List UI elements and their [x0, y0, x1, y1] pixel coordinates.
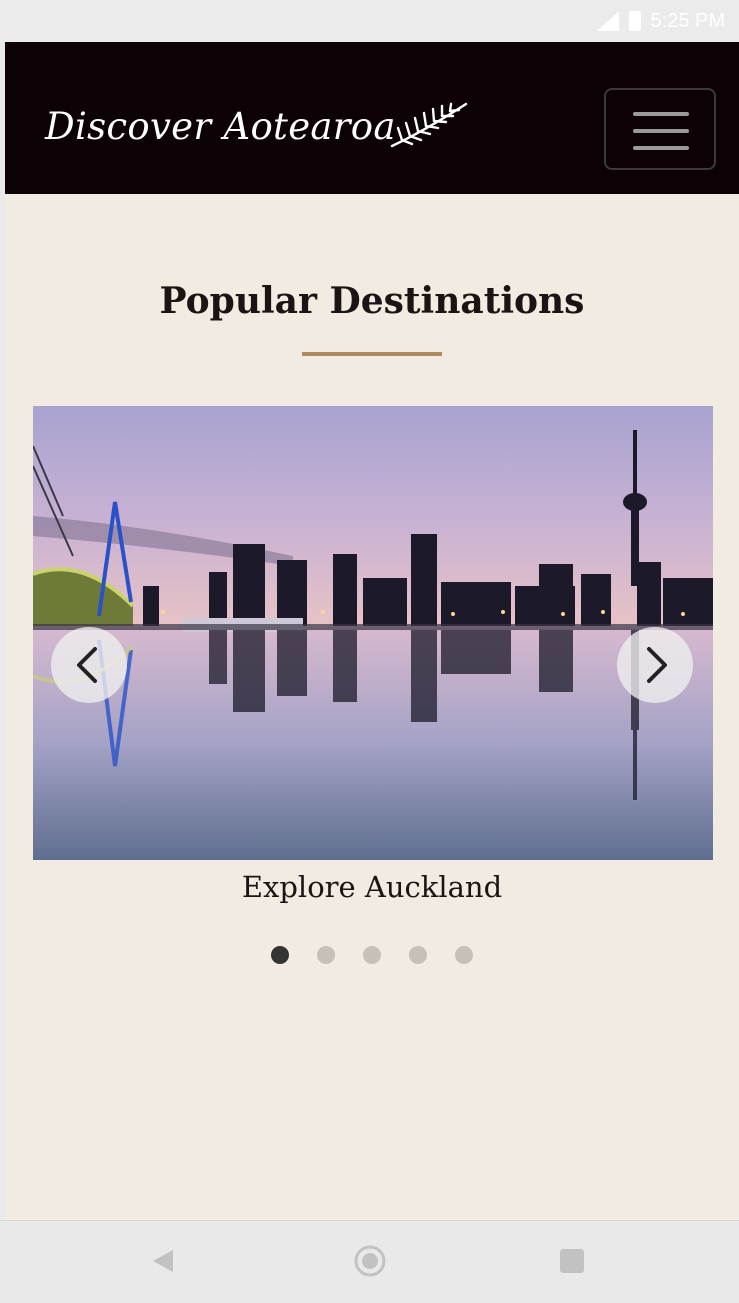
back-icon: [153, 1250, 173, 1272]
auckland-skyline-image: [33, 406, 713, 860]
navbar: Discover Aotearoa: [5, 42, 739, 194]
status-bar: 5:25 PM: [0, 0, 739, 42]
carousel-next-button[interactable]: [617, 627, 693, 703]
carousel-indicators: [5, 946, 739, 964]
title-underline: [302, 352, 442, 356]
recents-button[interactable]: [552, 1241, 592, 1281]
recents-icon: [560, 1249, 584, 1273]
slide-caption: Explore Auckland: [241, 870, 503, 904]
battery-icon: [628, 11, 641, 31]
home-button[interactable]: [350, 1241, 390, 1281]
chevron-left-icon: [77, 647, 97, 683]
brand-title[interactable]: Discover Aotearoa: [45, 104, 396, 150]
carousel-indicator-4[interactable]: [409, 946, 427, 964]
home-icon: [354, 1245, 386, 1277]
hamburger-menu-icon: [633, 112, 689, 116]
carousel-indicator-3[interactable]: [363, 946, 381, 964]
carousel-indicator-5[interactable]: [455, 946, 473, 964]
status-time: 5:25 PM: [650, 9, 725, 32]
chevron-right-icon: [647, 647, 667, 683]
carousel-indicator-1[interactable]: [271, 946, 289, 964]
fern-icon: [390, 102, 468, 148]
back-button[interactable]: [144, 1241, 184, 1281]
signal-icon: [596, 11, 619, 31]
carousel-indicator-2[interactable]: [317, 946, 335, 964]
section-title: Popular Destinations: [159, 280, 585, 322]
carousel-prev-button[interactable]: [51, 627, 127, 703]
app-frame: Discover Aotearoa Popular Destinations E…: [5, 42, 739, 1220]
menu-toggle-button[interactable]: [604, 88, 716, 170]
destinations-carousel[interactable]: [33, 406, 713, 860]
system-nav-bar: [0, 1220, 739, 1303]
